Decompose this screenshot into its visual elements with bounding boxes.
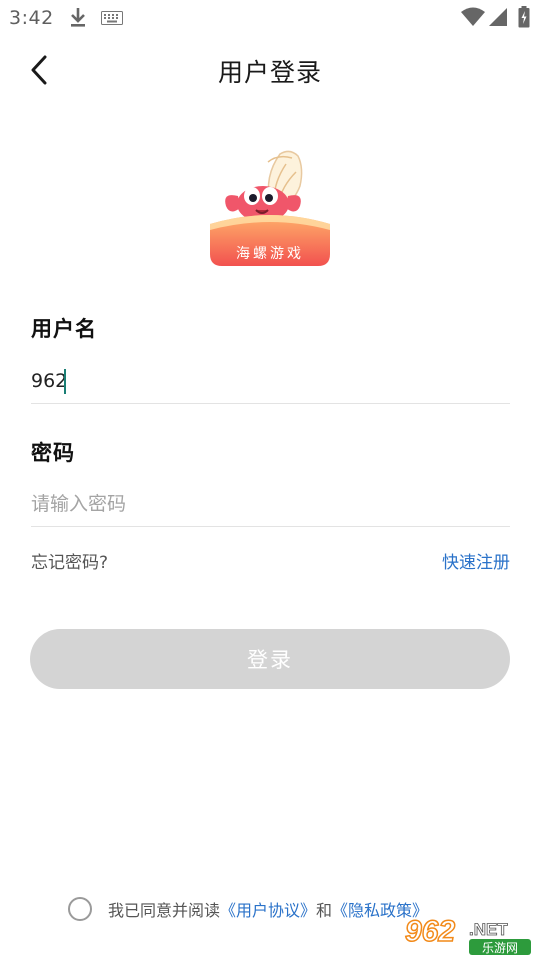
- username-input[interactable]: [31, 359, 510, 404]
- agree-checkbox[interactable]: [68, 897, 92, 921]
- app-logo: 海螺游戏: [210, 150, 330, 266]
- logo-text: 海螺游戏: [236, 246, 304, 262]
- password-input[interactable]: [31, 482, 510, 527]
- password-label: 密码: [31, 441, 75, 465]
- wifi-icon: [461, 7, 485, 26]
- download-icon: [71, 8, 85, 27]
- forgot-password-link[interactable]: 忘记密码?: [31, 548, 108, 573]
- watermark-sub: 乐游网: [482, 941, 518, 955]
- keyboard-icon: [101, 11, 123, 25]
- watermark-main: 962: [405, 915, 455, 948]
- watermark-suffix: .NET: [469, 920, 508, 939]
- agreement-prefix: 我已同意并阅读: [108, 901, 221, 920]
- page-title: 用户登录: [217, 58, 322, 87]
- username-label: 用户名: [31, 317, 97, 341]
- site-watermark: 962 .NET 乐游网: [404, 914, 531, 955]
- login-button[interactable]: 登录: [30, 629, 510, 689]
- user-agreement-link[interactable]: 《用户协议》: [220, 897, 316, 921]
- text-caret: [64, 369, 66, 394]
- signal-icon: [489, 8, 507, 26]
- status-bar: 3:42: [0, 0, 540, 36]
- agreement-conjunction: 和: [316, 901, 333, 920]
- status-time: 3:42: [9, 7, 54, 29]
- link-row: 忘记密码? 快速注册: [31, 548, 510, 574]
- header: 用户登录: [0, 40, 540, 100]
- quick-register-link[interactable]: 快速注册: [442, 548, 510, 573]
- agreement-row: 我已同意并阅读 《用户协议》 和 《隐私政策》: [68, 895, 428, 923]
- battery-icon: [518, 6, 530, 28]
